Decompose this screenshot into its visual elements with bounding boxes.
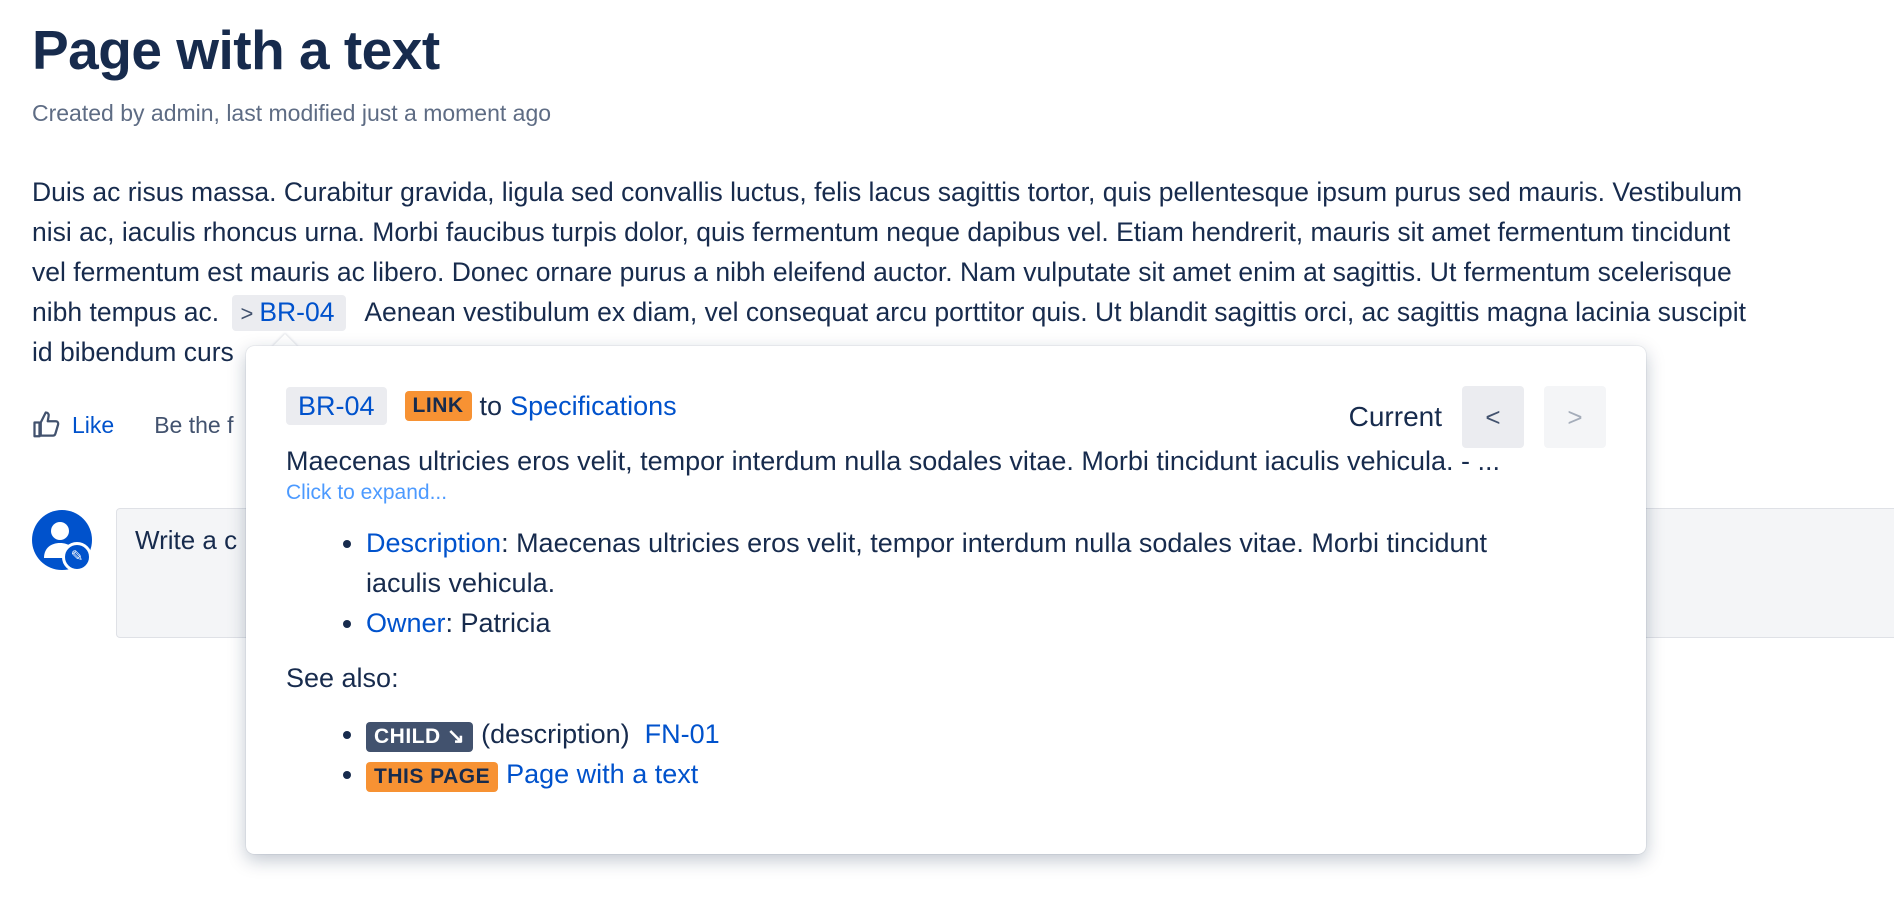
- like-row: Like Be the f: [32, 410, 233, 440]
- body-line-2: nisi ac, iaculis rhoncus urna. Morbi fau…: [32, 217, 1731, 247]
- page-byline: Created by admin, last modified just a m…: [32, 100, 552, 126]
- related-link-fn-01[interactable]: FN-01: [645, 719, 720, 749]
- page-title: Page with a text: [32, 19, 440, 81]
- popup-summary: Maecenas ultricies eros velit, tempor in…: [286, 446, 1501, 476]
- expand-link[interactable]: Click to expand...: [286, 481, 1606, 505]
- next-button[interactable]: >: [1544, 386, 1606, 448]
- link-lozenge: LINK: [404, 391, 472, 421]
- body-line-3: vel fermentum est mauris ac libero. Done…: [32, 257, 1732, 287]
- related-list: CHILD ↘(description) FN-01 THIS PAGEPage…: [286, 714, 1606, 794]
- related-link-page[interactable]: Page with a text: [506, 759, 698, 789]
- previous-button[interactable]: <: [1462, 386, 1524, 448]
- field-value-owner: : Patricia: [445, 608, 551, 638]
- issue-chip-br-04[interactable]: > BR-04: [232, 295, 347, 331]
- pencil-icon: ✎: [62, 542, 92, 572]
- popup-target-link[interactable]: Specifications: [510, 391, 677, 422]
- body-line-1: Duis ac risus massa. Curabitur gravida, …: [32, 177, 1743, 207]
- chevron-right-icon: >: [240, 301, 254, 326]
- this-page-lozenge: THIS PAGE: [366, 762, 499, 792]
- see-also-label: See also:: [286, 663, 399, 693]
- field-name-owner[interactable]: Owner: [366, 608, 446, 638]
- popup-to-text: to: [479, 390, 503, 421]
- like-button[interactable]: Like: [32, 410, 114, 440]
- field-value-description-cont: iaculis vehicula.: [366, 568, 556, 598]
- issue-popup: BR-04 LINK to Specifications Current < >…: [246, 346, 1646, 854]
- like-hint: Be the f: [154, 411, 234, 438]
- body-line-4-before: nibh tempus ac.: [32, 297, 220, 327]
- current-label: Current: [1348, 401, 1442, 432]
- comment-placeholder: Write a c: [135, 525, 238, 555]
- list-item: Description: Maecenas ultricies eros vel…: [366, 523, 1606, 603]
- issue-chip-label: BR-04: [259, 297, 335, 327]
- list-item: Owner: Patricia: [366, 603, 1606, 643]
- related-text: (description): [481, 719, 630, 749]
- popup-navigation: Current < >: [1349, 386, 1606, 448]
- field-value-description: : Maecenas ultricies eros velit, tempor …: [501, 528, 1488, 558]
- list-item: THIS PAGEPage with a text: [366, 754, 1606, 794]
- thumbs-up-icon: [33, 411, 60, 438]
- list-item: CHILD ↘(description) FN-01: [366, 714, 1606, 754]
- child-lozenge: CHILD ↘: [366, 722, 474, 752]
- field-name-description[interactable]: Description: [366, 528, 501, 558]
- field-list: Description: Maecenas ultricies eros vel…: [286, 523, 1606, 643]
- like-label: Like: [72, 411, 115, 438]
- popup-issue-key[interactable]: BR-04: [286, 387, 387, 425]
- body-line-4-after: Aenean vestibulum ex diam, vel consequat…: [364, 297, 1746, 327]
- body-line-4: nibh tempus ac. > BR-04 Aenean vestibulum…: [32, 292, 1894, 332]
- page-body: Duis ac risus massa. Curabitur gravida, …: [32, 172, 1894, 372]
